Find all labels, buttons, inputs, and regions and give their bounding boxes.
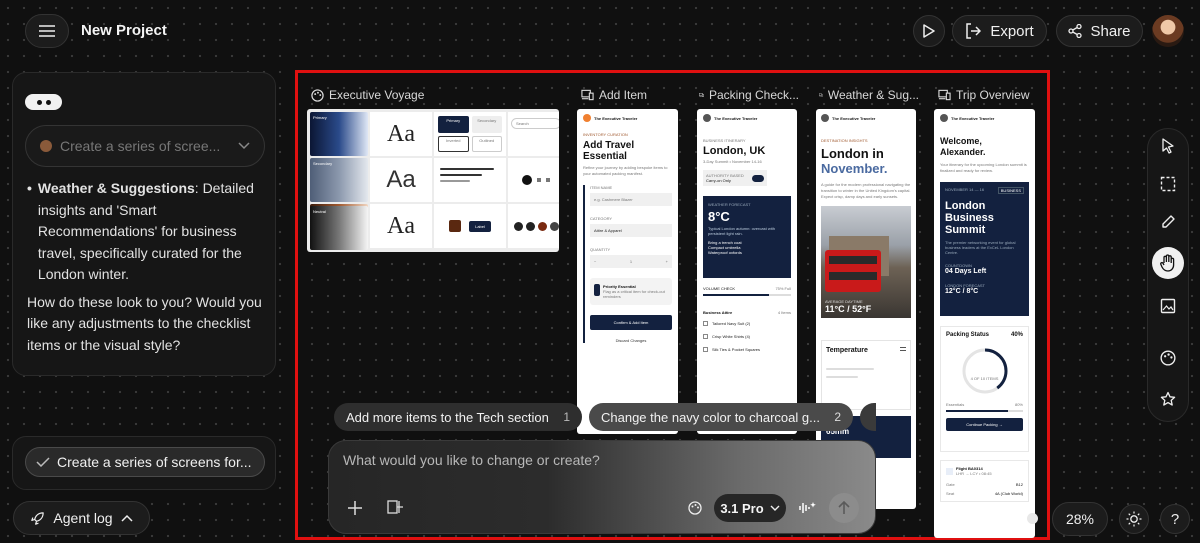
status-chip[interactable]: Create a series of screens for... <box>25 447 265 477</box>
send-button[interactable] <box>829 493 859 523</box>
theme-toggle-button[interactable] <box>1119 504 1149 534</box>
arrow-up-icon <box>838 501 850 514</box>
london-bus-photo: AVERAGE DAYTIME 11°C / 52°F <box>821 206 911 318</box>
status-label: Create a series of screens for... <box>57 454 252 470</box>
palette-icon <box>688 501 702 515</box>
pen-tool[interactable] <box>1152 206 1184 238</box>
checkmark-icon <box>36 457 50 467</box>
export-icon <box>966 23 982 39</box>
avatar <box>40 140 52 152</box>
frame-label-executive-voyage[interactable]: Executive Voyage <box>311 88 551 102</box>
chevron-up-icon <box>121 514 133 522</box>
prompt-summary[interactable]: Create a series of scree... <box>25 125 265 167</box>
search-sample: Search <box>508 112 559 156</box>
add-screen-icon <box>387 500 403 514</box>
help-icon: ? <box>1170 510 1180 528</box>
model-label: 3.1 Pro <box>720 500 764 516</box>
suggestion-chip-2[interactable]: Change the navy color to charcoal g... 2 <box>589 403 853 431</box>
project-title[interactable]: New Project <box>81 22 167 39</box>
image-tool[interactable] <box>1152 290 1184 322</box>
palette-secondary: Secondary <box>310 158 368 202</box>
palette-primary: Primary <box>310 112 368 156</box>
theme-tool[interactable] <box>1152 342 1184 374</box>
frame-label-weather[interactable]: Weather & Sug... <box>819 88 919 102</box>
palette-icon <box>311 88 324 102</box>
image-icon <box>1160 298 1176 314</box>
frame-label-packing-check[interactable]: Packing Check... <box>699 88 799 102</box>
preview-button[interactable] <box>913 15 945 47</box>
device-icon <box>938 89 951 101</box>
suggestion-chip-1[interactable]: Add more items to the Tech section 1 <box>334 403 582 431</box>
design-system-frame[interactable]: Primary Aa Primary Secondary Inverted Ou… <box>307 109 559 252</box>
model-selector[interactable]: 3.1 Pro <box>714 494 786 522</box>
favorite-tool[interactable] <box>1152 383 1184 415</box>
frame-label-add-item[interactable]: Add Item <box>581 88 686 102</box>
thinking-indicator <box>25 94 62 110</box>
zoom-slider-handle[interactable] <box>1027 513 1038 524</box>
summit-card: NOVEMBER 14 — 16 BUSINESS London Business… <box>940 182 1029 316</box>
bullet-title: Weather & Suggestions <box>37 180 195 196</box>
composer-input[interactable]: What would you like to change or create? <box>343 452 843 468</box>
essentials-progress-bar <box>946 410 1023 412</box>
packing-check-frame[interactable]: The Executive Traveler BUSINESS ITINERAR… <box>697 109 797 434</box>
packing-progress-ring: 4 OF 10 ITEMS <box>960 346 1010 396</box>
device-icon <box>581 89 594 101</box>
theme-button[interactable] <box>684 497 706 519</box>
share-label: Share <box>1090 22 1131 40</box>
device-icon <box>699 93 704 97</box>
voice-input-button[interactable] <box>796 497 818 519</box>
add-item-frame[interactable]: The Executive Traveler INVENTORY CURATIO… <box>577 109 678 434</box>
agent-log-label: Agent log <box>53 510 113 526</box>
type-sample: Aa <box>370 112 432 156</box>
chevron-down-icon <box>238 142 250 150</box>
chevron-down-icon <box>770 505 780 511</box>
export-button[interactable]: Export <box>952 15 1047 47</box>
star-icon <box>1160 391 1176 406</box>
add-screen-button[interactable] <box>384 496 406 518</box>
volume-progress-bar <box>703 294 791 296</box>
hand-icon <box>1160 254 1175 272</box>
select-icon <box>1160 176 1176 192</box>
agent-log-button[interactable]: Agent log <box>13 501 150 535</box>
palette-icon <box>1160 350 1176 366</box>
agent-message: • Weather & Suggestions: Detailed insigh… <box>27 178 263 356</box>
share-icon <box>1068 24 1083 38</box>
button-samples: Primary Secondary Inverted Outlined <box>434 112 506 156</box>
menu-icon <box>39 25 55 37</box>
plus-icon <box>348 501 362 515</box>
sparkle-wave-icon <box>799 502 816 513</box>
pointer-icon <box>1162 138 1174 154</box>
rocket-icon <box>31 511 45 525</box>
sun-icon <box>1126 511 1142 527</box>
share-button[interactable]: Share <box>1056 15 1143 47</box>
palette-neutral: Neutral <box>310 206 368 250</box>
select-tool[interactable] <box>1152 130 1184 162</box>
marquee-tool[interactable] <box>1152 168 1184 200</box>
zoom-level[interactable]: 28% <box>1052 502 1108 536</box>
hand-tool[interactable] <box>1152 247 1184 279</box>
device-icon <box>819 93 823 97</box>
weather-card: WEATHER FORECAST 8°C Typical London autu… <box>703 196 791 278</box>
trip-overview-frame[interactable]: The Executive Traveler Welcome, Alexande… <box>934 109 1035 538</box>
play-icon <box>923 24 935 38</box>
prompt-summary-text: Create a series of scree... <box>60 138 221 154</box>
help-button[interactable]: ? <box>1160 504 1190 534</box>
question-text: How do these look to you? Would you like… <box>27 293 262 353</box>
export-label: Export <box>990 22 1034 40</box>
user-avatar[interactable] <box>1152 15 1184 47</box>
frame-label-trip-overview[interactable]: Trip Overview <box>938 88 1038 102</box>
menu-button[interactable] <box>25 14 69 48</box>
add-attachment-button[interactable] <box>344 497 366 519</box>
pen-icon <box>1162 215 1175 228</box>
